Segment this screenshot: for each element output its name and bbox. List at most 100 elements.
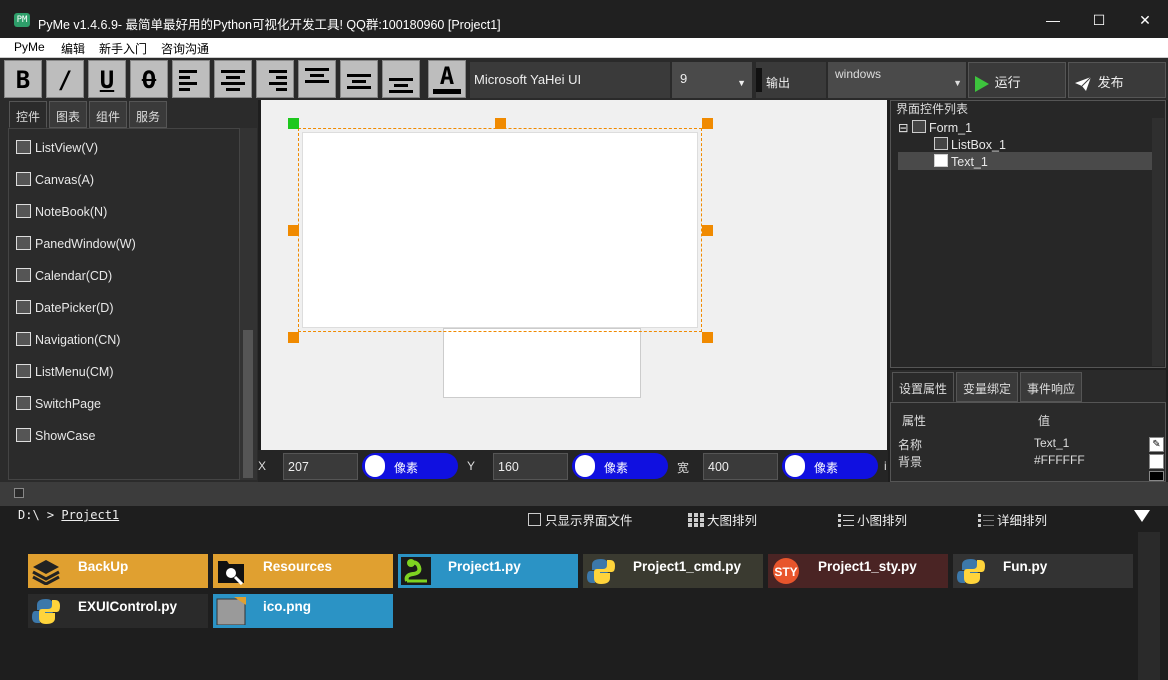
align-center-button[interactable] (214, 60, 252, 98)
view-small-button[interactable]: 小图排列 (838, 510, 907, 529)
align-right-icon (269, 67, 287, 94)
file-tile[interactable]: EXUIControl.py (28, 594, 208, 628)
align-right-button[interactable] (256, 60, 294, 98)
y-unit-toggle[interactable]: 像素 (572, 453, 668, 479)
color-swatch[interactable] (1149, 471, 1164, 481)
toggle-knob (785, 455, 805, 477)
bold-button[interactable]: B (4, 60, 42, 98)
resize-handle-bottom-left[interactable] (288, 332, 299, 343)
run-button[interactable]: 运行 (968, 62, 1066, 98)
tree-node-listbox[interactable]: ListBox_1 (934, 137, 1006, 152)
style-icon: STY (773, 558, 799, 584)
platform-select[interactable]: windows ▼ (828, 62, 966, 98)
file-tile[interactable]: Project1.py (398, 554, 578, 588)
italic-button[interactable]: / (46, 60, 84, 98)
list-item[interactable]: DatePicker(D) (16, 300, 114, 320)
breadcrumb-project[interactable]: Project1 (61, 508, 119, 522)
only-ui-files-checkbox[interactable]: 只显示界面文件 (528, 510, 633, 529)
maximize-button[interactable]: ☐ (1076, 6, 1122, 34)
minimize-button[interactable]: — (1030, 6, 1076, 34)
width-input[interactable]: 400 (703, 453, 778, 480)
tab-services[interactable]: 服务 (129, 101, 168, 128)
file-tile[interactable]: STY Project1_sty.py (768, 554, 948, 588)
resize-handle-left[interactable] (288, 225, 299, 236)
align-left-button[interactable] (172, 60, 210, 98)
close-button[interactable]: ✕ (1122, 6, 1168, 34)
valign-middle-button[interactable] (340, 60, 378, 98)
font-color-swatch (433, 89, 461, 94)
x-label: X (258, 459, 267, 473)
run-label: 运行 (994, 75, 1021, 90)
tree-scrollbar[interactable] (1152, 118, 1164, 366)
tab-components[interactable]: 组件 (89, 101, 128, 128)
chevron-down-icon: ▼ (737, 78, 746, 88)
list-item[interactable]: ShowCase (16, 428, 95, 448)
tab-controls[interactable]: 控件 (9, 101, 48, 128)
tab-set-properties[interactable]: 设置属性 (892, 372, 955, 402)
collapse-icon[interactable]: ⊟ (898, 121, 908, 135)
menu-consult[interactable]: 咨询沟通 (161, 40, 209, 57)
font-name-input[interactable]: Microsoft YaHei UI (470, 62, 670, 98)
color-swatch[interactable] (1149, 454, 1164, 469)
list-item[interactable]: Navigation(CN) (16, 332, 120, 352)
resize-handle-right[interactable] (702, 225, 713, 236)
menu-edit[interactable]: 编辑 (61, 40, 85, 57)
list-item[interactable]: NoteBook(N) (16, 204, 107, 224)
valign-top-button[interactable] (298, 60, 336, 98)
dropdown-triangle-icon[interactable] (1134, 510, 1150, 522)
tree-node-text[interactable]: Text_1 (934, 154, 988, 169)
publish-button[interactable]: 发布 (1068, 62, 1166, 98)
edit-icon[interactable]: ✎ (1149, 437, 1164, 452)
x-input[interactable]: 207 (283, 453, 358, 480)
file-tile[interactable]: Resources (213, 554, 393, 588)
font-color-button[interactable]: A (428, 60, 466, 98)
file-tile[interactable]: BackUp (28, 554, 208, 588)
font-size-select[interactable]: 9 ▼ (672, 62, 752, 98)
snake-icon (401, 557, 431, 585)
menu-pyme[interactable]: PyMe (14, 40, 45, 54)
property-value[interactable]: Text_1 (1034, 436, 1069, 450)
listmenu-icon (16, 364, 31, 378)
move-handle[interactable] (288, 118, 299, 129)
list-item[interactable]: Calendar(CD) (16, 268, 112, 288)
publish-label: 发布 (1097, 75, 1124, 90)
controls-scrollbar-thumb[interactable] (243, 330, 253, 478)
valign-top-icon (305, 65, 329, 86)
list-item[interactable]: PanedWindow(W) (16, 236, 136, 256)
width-unit-toggle[interactable]: 像素 (782, 453, 878, 479)
form-icon (911, 120, 926, 133)
strikethrough-button[interactable]: O (130, 60, 168, 98)
tab-variable-binding[interactable]: 变量绑定 (956, 372, 1019, 402)
panel-divider[interactable] (0, 482, 1168, 506)
resize-handle-bottom-right[interactable] (702, 332, 713, 343)
tab-charts[interactable]: 图表 (49, 101, 88, 128)
file-tile[interactable]: ico.png (213, 594, 393, 628)
property-column-header: 属性 (902, 414, 927, 428)
tree-node-form[interactable]: ⊟ Form_1 (898, 120, 972, 135)
valign-bottom-button[interactable] (382, 60, 420, 98)
svg-text:STY: STY (774, 565, 797, 579)
tab-event-response[interactable]: 事件响应 (1020, 372, 1083, 402)
file-tile[interactable]: Project1_cmd.py (583, 554, 763, 588)
x-unit-toggle[interactable]: 像素 (362, 453, 458, 479)
files-scrollbar[interactable] (1138, 532, 1160, 680)
list-item[interactable]: SwitchPage (16, 396, 101, 416)
underline-button[interactable]: U (88, 60, 126, 98)
resize-handle-top[interactable] (495, 118, 506, 129)
list-item[interactable]: Canvas(A) (16, 172, 94, 192)
collapse-icon[interactable] (14, 488, 24, 498)
y-input[interactable]: 160 (493, 453, 568, 480)
view-detail-button[interactable]: 详细排列 (978, 510, 1047, 529)
breadcrumb-root[interactable]: D:\ > (18, 508, 54, 522)
file-tile[interactable]: Fun.py (953, 554, 1133, 588)
property-value[interactable]: #FFFFFF (1034, 453, 1085, 467)
showcase-icon (16, 428, 31, 442)
list-item[interactable]: ListView(V) (16, 140, 98, 160)
resize-handle-top-right[interactable] (702, 118, 713, 129)
output-label: 输出 (756, 62, 826, 98)
platform-value: windows (835, 67, 882, 81)
view-large-button[interactable]: 大图排列 (688, 510, 757, 529)
list-item[interactable]: ListMenu(CM) (16, 364, 114, 384)
listbox-widget[interactable] (443, 328, 641, 398)
menu-beginner[interactable]: 新手入门 (99, 40, 147, 57)
